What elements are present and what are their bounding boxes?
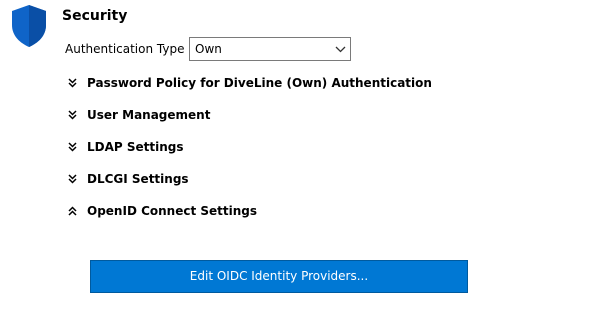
section-label: OpenID Connect Settings: [87, 204, 258, 218]
section-label: User Management: [87, 108, 211, 122]
shield-icon: [12, 5, 46, 47]
double-chevron-up-icon: [68, 206, 77, 216]
section-label: Password Policy for DiveLine (Own) Authe…: [87, 76, 432, 90]
security-panel: Security Authentication Type Own Passwor…: [0, 0, 608, 311]
double-chevron-down-icon: [68, 110, 77, 120]
double-chevron-down-icon: [68, 174, 77, 184]
section-label: LDAP Settings: [87, 140, 184, 154]
section-dlcgi-settings[interactable]: DLCGI Settings: [66, 170, 546, 190]
authentication-type-label: Authentication Type: [65, 42, 185, 56]
section-password-policy[interactable]: Password Policy for DiveLine (Own) Authe…: [66, 74, 546, 94]
section-openid-connect-settings[interactable]: OpenID Connect Settings: [66, 202, 546, 222]
edit-oidc-providers-button[interactable]: Edit OIDC Identity Providers...: [90, 260, 468, 293]
section-ldap-settings[interactable]: LDAP Settings: [66, 138, 546, 158]
page-title: Security: [62, 8, 128, 24]
authentication-type-select[interactable]: Own: [189, 37, 351, 61]
section-label: DLCGI Settings: [87, 172, 189, 186]
double-chevron-down-icon: [68, 142, 77, 152]
double-chevron-down-icon: [68, 78, 77, 88]
section-user-management[interactable]: User Management: [66, 106, 546, 126]
chevron-down-icon: [335, 46, 346, 53]
authentication-type-value: Own: [195, 42, 222, 56]
